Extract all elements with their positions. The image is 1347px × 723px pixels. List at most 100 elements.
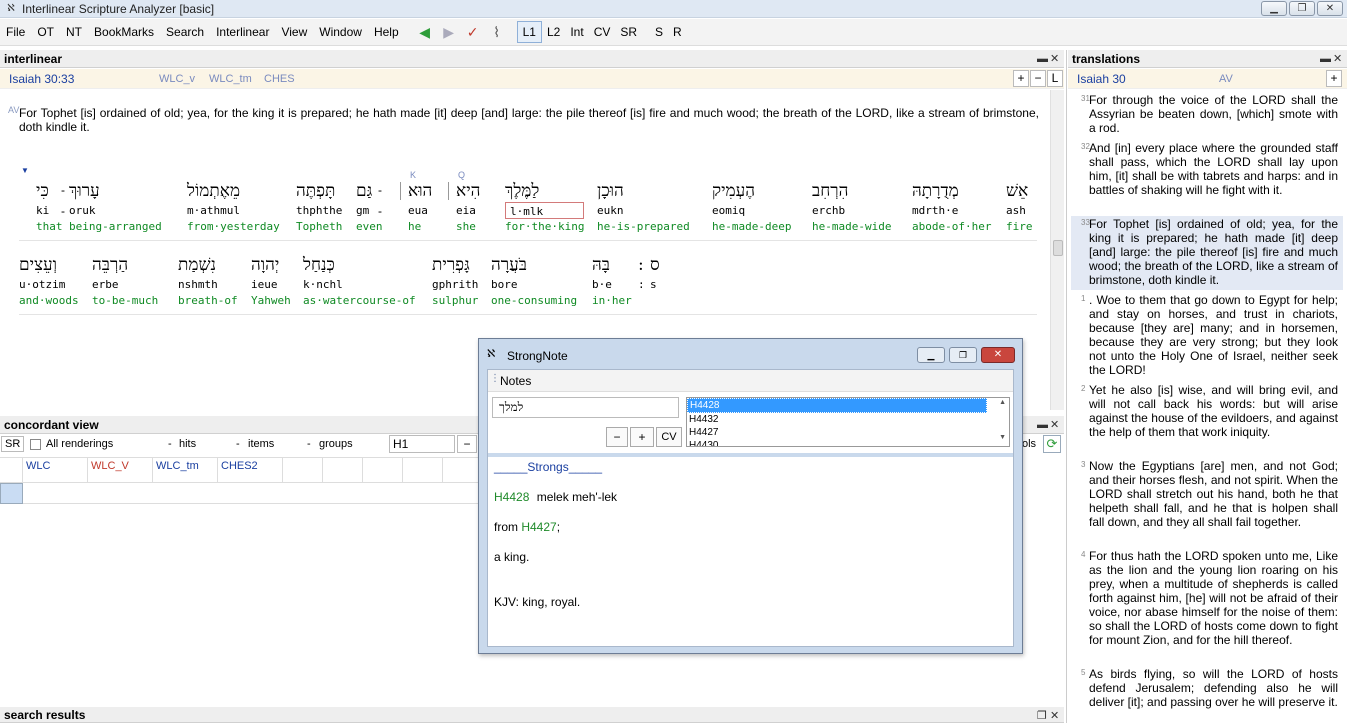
- transliteration[interactable]: ash: [1006, 202, 1033, 219]
- transliteration[interactable]: oruk: [69, 202, 162, 219]
- interlinear-word[interactable]: בָּהּ b·e in·her: [592, 254, 632, 309]
- collapse-arrow-icon[interactable]: ▼: [21, 166, 29, 175]
- list-scroll-down-icon[interactable]: ▼: [999, 434, 1006, 441]
- hebrew-word[interactable]: הוּכָן: [597, 180, 690, 202]
- interlinear-word[interactable]: בֹּעֲרָה bore one-consuming: [491, 254, 577, 309]
- forward-arrow-icon[interactable]: ▶: [439, 22, 459, 42]
- transliteration[interactable]: ieue: [251, 276, 291, 293]
- strongnote-plus-button[interactable]: +: [630, 427, 654, 447]
- transliteration[interactable]: eia: [456, 202, 480, 219]
- check-icon[interactable]: ✓: [463, 22, 483, 42]
- gloss[interactable]: for·the·king: [505, 219, 584, 235]
- strongnote-close-icon[interactable]: ✕: [981, 347, 1015, 363]
- list-item[interactable]: H4427: [687, 426, 1009, 439]
- gloss[interactable]: abode-of·her: [912, 219, 991, 235]
- gloss[interactable]: he: [408, 219, 432, 235]
- interlinear-word[interactable]: כִּי ki that: [36, 180, 63, 235]
- gloss[interactable]: being-arranged: [69, 219, 162, 235]
- strongs-from-code[interactable]: H4427: [521, 520, 556, 534]
- interlinear-word[interactable]: הִיא eia she: [456, 180, 480, 235]
- toolbar-l2-button[interactable]: L2: [542, 22, 565, 42]
- hebrew-word[interactable]: הוּא: [408, 180, 432, 202]
- strongs-entry-code[interactable]: H4428: [494, 490, 529, 504]
- hebrew-word[interactable]: כִּי: [36, 180, 63, 202]
- hebrew-word[interactable]: כְּנַחַל: [303, 254, 416, 276]
- list-item[interactable]: H4432: [687, 413, 1009, 426]
- translations-reference[interactable]: Isaiah 30: [1077, 72, 1126, 86]
- interlinear-minus-button[interactable]: −: [1030, 70, 1046, 87]
- interlinear-word[interactable]: סs: [650, 254, 660, 309]
- interlinear-minimize-icon[interactable]: ▬: [1037, 53, 1048, 66]
- hebrew-word[interactable]: הִיא: [456, 180, 480, 202]
- transliteration[interactable]: m·athmul: [187, 202, 280, 219]
- menu-interlinear[interactable]: Interlinear: [210, 19, 275, 46]
- transliteration[interactable]: k·nchl: [303, 276, 416, 293]
- gloss[interactable]: that: [36, 219, 63, 235]
- translations-plus-button[interactable]: +: [1326, 70, 1342, 87]
- menu-bookmarks[interactable]: BookMarks: [88, 19, 160, 46]
- gloss[interactable]: from·yesterday: [187, 219, 280, 235]
- concordant-search-input[interactable]: H1: [389, 435, 455, 453]
- gloss[interactable]: he-made-wide: [812, 219, 891, 235]
- list-item[interactable]: H4428: [687, 398, 987, 413]
- interlinear-word[interactable]: כְּנַחַל k·nchl as·watercourse-of: [303, 254, 416, 309]
- restore-icon[interactable]: ❐: [1289, 1, 1315, 16]
- hebrew-word[interactable]: גָּפְרִית: [432, 254, 478, 276]
- hebrew-word[interactable]: יְהוָה: [251, 254, 291, 276]
- translation-verse[interactable]: . Woe to them that go down to Egypt for …: [1089, 293, 1338, 377]
- transliteration[interactable]: erbe: [92, 276, 158, 293]
- gloss[interactable]: she: [456, 219, 480, 235]
- gloss[interactable]: to-be-much: [92, 293, 158, 309]
- menu-window[interactable]: Window: [313, 19, 368, 46]
- hebrew-word[interactable]: הִרְחִב: [812, 180, 891, 202]
- transliteration[interactable]: nshmth: [178, 276, 238, 293]
- interlinear-word[interactable]: הֶעְמִיק eomiq he-made-deep: [712, 180, 791, 235]
- interlinear-word[interactable]: מֵאֶתְמוֹל m·athmul from·yesterday: [187, 180, 280, 235]
- column-wlc[interactable]: WLC: [23, 458, 88, 482]
- strongnote-minus-button[interactable]: −: [606, 427, 628, 447]
- interlinear-word[interactable]: ::: [638, 254, 645, 309]
- hebrew-word[interactable]: בֹּעֲרָה: [491, 254, 577, 276]
- column-wlc-v[interactable]: WLC_V: [88, 458, 153, 482]
- transliteration[interactable]: eomiq: [712, 202, 791, 219]
- toolbar-s-button[interactable]: S: [650, 22, 668, 42]
- interlinear-word[interactable]: לַמֶּלֶךְ l·mlk for·the·king: [505, 180, 585, 235]
- translation-verse[interactable]: For through the voice of the LORD shall …: [1089, 93, 1338, 135]
- concordant-minus-button[interactable]: −: [457, 435, 477, 453]
- interlinear-word[interactable]: עָרוּךְ oruk being-arranged: [69, 180, 162, 235]
- toolbar-r-button[interactable]: R: [668, 22, 687, 42]
- gloss[interactable]: one-consuming: [491, 293, 577, 309]
- hebrew-word[interactable]: תָּפְתֶּה: [296, 180, 342, 202]
- hebrew-word[interactable]: אֵשׁ: [1006, 180, 1033, 202]
- interlinear-l-button[interactable]: L: [1047, 70, 1063, 87]
- interlinear-word[interactable]: וְעֵצִים u·otzim and·woods: [19, 254, 79, 309]
- back-arrow-icon[interactable]: ◀: [415, 22, 435, 42]
- hebrew-word[interactable]: מְדֻרָתָהּ: [912, 180, 991, 202]
- transliteration[interactable]: erchb: [812, 202, 891, 219]
- transliteration[interactable]: bore: [491, 276, 577, 293]
- gloss[interactable]: he-is-prepared: [597, 219, 690, 235]
- interlinear-scroll-thumb[interactable]: [1053, 240, 1063, 256]
- search-results-close-icon[interactable]: ✕: [1050, 710, 1059, 723]
- notes-label[interactable]: Notes: [500, 374, 531, 388]
- gloss[interactable]: even: [356, 219, 383, 235]
- close-icon[interactable]: ✕: [1317, 1, 1343, 16]
- interlinear-word[interactable]: אֵשׁ ash fire: [1006, 180, 1033, 235]
- column-wlc-tm[interactable]: WLC_tm: [153, 458, 218, 482]
- toolbar-sr-button[interactable]: SR: [615, 22, 642, 42]
- interlinear-word[interactable]: גָּפְרִית gphrith sulphur: [432, 254, 478, 309]
- interlinear-word[interactable]: הוּא eua he: [408, 180, 432, 235]
- menu-ot[interactable]: OT: [31, 19, 60, 46]
- interlinear-close-icon[interactable]: ✕: [1050, 53, 1059, 66]
- interlinear-word[interactable]: תָּפְתֶּה thphthe Topheth: [296, 180, 342, 235]
- concordant-close-icon[interactable]: ✕: [1050, 419, 1059, 432]
- gloss[interactable]: [650, 293, 660, 309]
- translation-verse[interactable]: And [in] every place where the grounded …: [1089, 141, 1338, 197]
- menu-file[interactable]: File: [0, 19, 31, 46]
- transliteration[interactable]: u·otzim: [19, 276, 79, 293]
- menu-view[interactable]: View: [275, 19, 313, 46]
- transliteration[interactable]: eua: [408, 202, 432, 219]
- all-renderings-checkbox[interactable]: [30, 439, 41, 450]
- menu-search[interactable]: Search: [160, 19, 210, 46]
- menu-help[interactable]: Help: [368, 19, 405, 46]
